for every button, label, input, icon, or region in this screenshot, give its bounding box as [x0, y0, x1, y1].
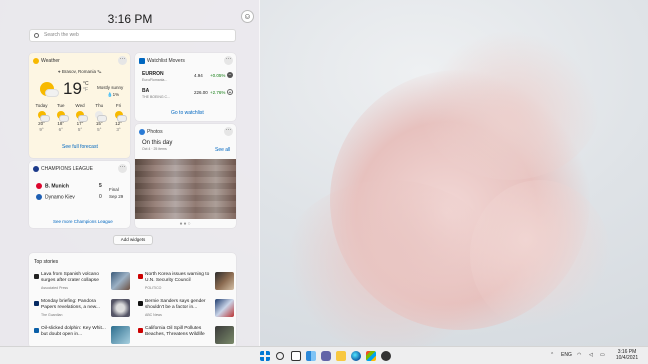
away-team[interactable]: Dynamo Kiev: [36, 194, 75, 200]
sun-cloud-icon: [114, 111, 127, 122]
more-options-button[interactable]: ···: [118, 164, 127, 173]
photo-thumbnail[interactable]: [135, 159, 236, 219]
story-thumbnail: [111, 299, 130, 317]
task-view-icon[interactable]: [291, 351, 301, 361]
forecast-day[interactable]: Thu 15° 5°: [91, 103, 108, 132]
volume-icon[interactable]: ◁: [589, 352, 593, 358]
chat-icon[interactable]: [321, 351, 331, 361]
edge-icon[interactable]: [351, 351, 361, 361]
source-logo-icon: [138, 274, 143, 279]
league-title: CHAMPIONS LEAGUE: [41, 166, 93, 172]
league-card[interactable]: CHAMPIONS LEAGUE ··· B. Munich Dynamo Ki…: [29, 161, 130, 228]
team-crest-icon: [36, 183, 42, 189]
match-status: Final Sep 29: [109, 187, 124, 199]
search-icon: [34, 33, 39, 38]
story-thumbnail: [215, 272, 234, 290]
weather-icon: [33, 58, 39, 64]
chevron-up-icon[interactable]: ⌃: [550, 352, 554, 358]
forecast-day[interactable]: Fri 12° 3°: [110, 103, 127, 132]
story-item[interactable]: California Oil Spill Pollutes Beaches, T…: [138, 326, 236, 346]
more-options-button[interactable]: ···: [224, 56, 233, 65]
add-stock-button[interactable]: +: [227, 89, 233, 96]
sun-cloud-icon: [76, 111, 88, 122]
watchlist-card[interactable]: Watchlist Movers ··· EURRON Euro/Romania…: [135, 53, 236, 121]
go-to-watchlist-link[interactable]: Go to watchlist: [171, 110, 204, 116]
watchlist-title: Watchlist Movers: [147, 58, 185, 64]
wallpaper-petal: [280, 180, 500, 350]
search-input[interactable]: Search the web: [29, 29, 236, 42]
taskbar-clock[interactable]: 3:16 PM 10/4/2021: [612, 349, 642, 361]
language-indicator[interactable]: ENG: [561, 352, 572, 358]
carousel-dots[interactable]: ●●○: [135, 221, 236, 227]
story-thumbnail: [111, 326, 130, 344]
precipitation: 💧1%: [107, 92, 120, 97]
widgets-icon[interactable]: [306, 351, 316, 361]
edit-icon[interactable]: ✎: [97, 69, 101, 74]
top-stories-title: Top stories: [34, 259, 59, 265]
file-explorer-icon[interactable]: [336, 351, 346, 361]
source-logo-icon: [138, 328, 143, 333]
photos-heading: On this day: [142, 140, 173, 146]
forecast-days: Today 20° 9° Tue 18° 6° Wed 17° 5° Thu 1…: [33, 103, 127, 132]
app-icon[interactable]: [381, 351, 391, 361]
start-button[interactable]: [260, 351, 270, 361]
chart-icon: [139, 58, 145, 64]
more-options-button[interactable]: ···: [224, 127, 233, 136]
weather-location[interactable]: ⌖ Brasov, Romania ✎: [58, 69, 101, 74]
source-logo-icon: [34, 301, 39, 306]
search-icon[interactable]: [276, 352, 284, 360]
remove-stock-button[interactable]: −: [227, 72, 233, 78]
team-crest-icon: [36, 194, 42, 200]
photos-card[interactable]: Photos ··· On this day Oct 4 · 25 items …: [135, 124, 236, 228]
store-icon[interactable]: [366, 351, 376, 361]
top-stories-card: Top stories Lava from Spanish volcano su…: [29, 253, 236, 346]
more-options-button[interactable]: ···: [118, 56, 127, 65]
sun-cloud-icon: [37, 111, 50, 122]
see-all-link[interactable]: See all: [215, 147, 230, 153]
story-thumbnail: [215, 326, 234, 344]
cloud-icon: [45, 89, 59, 97]
location-pin-icon: ⌖: [58, 69, 61, 74]
current-temperature: 19: [63, 79, 82, 98]
cloud-icon: [139, 129, 145, 135]
source-logo-icon: [34, 328, 39, 333]
weather-title: Weather: [41, 58, 60, 64]
story-item[interactable]: Bernie Sanders says gender shouldn't be …: [138, 299, 236, 321]
story-item[interactable]: Oil-slicked dolphin: Key Whit... but dou…: [34, 326, 132, 346]
away-score: 0: [99, 194, 102, 200]
wallpaper-petal: [420, 30, 600, 180]
user-avatar[interactable]: ☺: [241, 10, 254, 23]
story-item[interactable]: Monday briefing: Pandora Papers revelati…: [34, 299, 132, 321]
stock-row[interactable]: EURRON Euro/Romania... 4.94 +0.05% −: [142, 71, 233, 87]
battery-icon[interactable]: ▭: [600, 352, 605, 358]
source-logo-icon: [138, 301, 143, 306]
photos-title: Photos: [147, 129, 163, 135]
cloud-icon: [95, 111, 108, 122]
see-more-league-link[interactable]: See more Champions League: [53, 219, 113, 224]
source-logo-icon: [34, 274, 39, 279]
weather-card[interactable]: Weather ··· ⌖ Brasov, Romania ✎ 19 °C °F …: [29, 53, 130, 158]
story-thumbnail: [215, 299, 234, 317]
story-item[interactable]: North Korea issues warning to U.N. Secur…: [138, 272, 236, 294]
forecast-day[interactable]: Wed 17° 5°: [72, 103, 89, 132]
home-team[interactable]: B. Munich: [36, 183, 69, 189]
add-widgets-button[interactable]: Add widgets: [113, 235, 153, 245]
photos-subtitle: Oct 4 · 25 items: [142, 147, 167, 151]
forecast-day[interactable]: Today 20° 9°: [33, 103, 50, 132]
temperature-unit[interactable]: °C °F: [83, 81, 89, 93]
league-logo-icon: [33, 166, 39, 172]
taskbar: ⌃ ENG ◠ ◁ ▭ 3:16 PM 10/4/2021: [0, 346, 648, 364]
wifi-icon[interactable]: ◠: [577, 352, 581, 358]
forecast-day[interactable]: Tue 18° 6°: [52, 103, 69, 132]
home-score: 5: [99, 183, 102, 189]
stock-row[interactable]: BA THE BOEING C... 226.00 +2.76% +: [142, 88, 233, 104]
weather-condition: Mostly sunny: [97, 85, 124, 90]
panel-clock: 3:16 PM: [107, 12, 153, 26]
story-thumbnail: [111, 272, 130, 290]
widgets-panel: 3:16 PM ☺ Search the web Weather ··· ⌖ B…: [0, 0, 260, 346]
wallpaper-petal: [470, 180, 610, 330]
sun-cloud-icon: [56, 111, 69, 122]
see-forecast-link[interactable]: See full forecast: [62, 144, 98, 150]
story-item[interactable]: Lava from Spanish volcano surges after c…: [34, 272, 132, 294]
